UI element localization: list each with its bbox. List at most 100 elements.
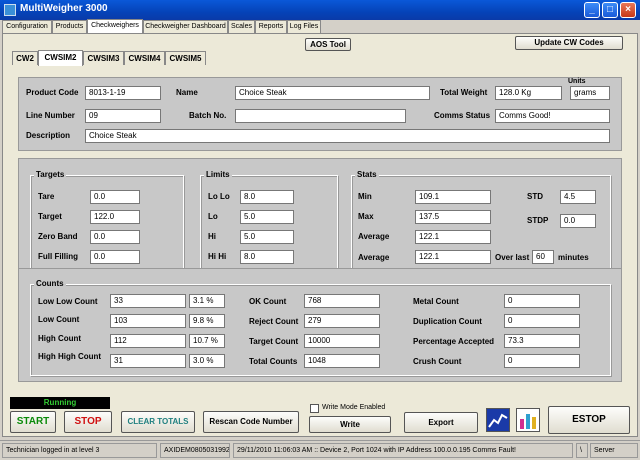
app-icon xyxy=(4,4,16,16)
stop-button[interactable]: STOP xyxy=(64,411,112,433)
target-count-field[interactable]: 10000 xyxy=(304,334,380,348)
targets-title: Targets xyxy=(34,170,67,179)
average2-field: 122.1 xyxy=(415,250,491,264)
max-field: 137.5 xyxy=(415,210,491,224)
tab-checkweigher-dashboard[interactable]: Checkweigher Dashboard xyxy=(143,20,228,33)
min-field: 109.1 xyxy=(415,190,491,204)
tab-checkweighers[interactable]: Checkweighers xyxy=(87,19,143,33)
tab-log-files[interactable]: Log Files xyxy=(287,20,321,33)
title-bar: MultiWeigher 3000 _ □ × xyxy=(0,0,640,20)
percentage-accepted-label: Percentage Accepted xyxy=(413,337,495,346)
stdp-label: STDP xyxy=(527,216,549,225)
maximize-button[interactable]: □ xyxy=(602,2,618,18)
tab-products[interactable]: Products xyxy=(52,20,87,33)
duplication-count-field: 0 xyxy=(504,314,580,328)
rescan-code-number-button[interactable]: Rescan Code Number xyxy=(203,411,299,433)
running-status: Running xyxy=(10,397,110,409)
units-label: Units xyxy=(568,78,586,85)
duplication-count-label: Duplication Count xyxy=(413,317,482,326)
stats-title: Stats xyxy=(355,170,379,179)
total-counts-label: Total Counts xyxy=(249,357,298,366)
clear-totals-button[interactable]: CLEAR TOTALS xyxy=(121,411,195,433)
low-count-field: 103 xyxy=(110,314,186,328)
low-low-count-label: Low Low Count xyxy=(38,297,98,306)
percentage-accepted-field: 73.3 xyxy=(504,334,580,348)
hihi-label: Hi Hi xyxy=(208,252,227,261)
zero-band-field[interactable]: 0.0 xyxy=(90,230,140,244)
reject-count-label: Reject Count xyxy=(249,317,299,326)
description-label: Description xyxy=(26,131,71,140)
line-number-field[interactable]: 09 xyxy=(85,109,161,123)
close-button[interactable]: × xyxy=(620,2,636,18)
tab-configuration[interactable]: Configuration xyxy=(2,20,52,33)
export-button[interactable]: Export xyxy=(404,412,478,433)
ok-count-label: OK Count xyxy=(249,297,287,306)
metal-count-label: Metal Count xyxy=(413,297,459,306)
lo-field[interactable]: 5.0 xyxy=(240,210,294,224)
minimize-button[interactable]: _ xyxy=(584,2,600,18)
hi-label: Hi xyxy=(208,232,216,241)
ok-count-field: 768 xyxy=(304,294,380,308)
subtab-cwsim5[interactable]: CWSIM5 xyxy=(165,51,206,65)
batch-no-label: Batch No. xyxy=(189,111,227,120)
description-field[interactable]: Choice Steak xyxy=(85,129,610,143)
hihi-field[interactable]: 8.0 xyxy=(240,250,294,264)
total-weight-field[interactable]: 128.0 Kg xyxy=(495,86,562,100)
over-last-label: Over last xyxy=(495,253,530,262)
status-bar: Technician logged in at level 3 AXIDEM08… xyxy=(0,440,640,460)
tab-scales[interactable]: Scales xyxy=(228,20,255,33)
minutes-label: minutes xyxy=(558,253,589,262)
window-title: MultiWeigher 3000 xyxy=(20,3,108,14)
low-pct-field: 9.8 % xyxy=(189,314,225,328)
over-last-field[interactable]: 60 xyxy=(532,250,554,264)
total-counts-field: 1048 xyxy=(304,354,380,368)
subtab-cw2[interactable]: CW2 xyxy=(12,51,38,65)
status-user: Technician logged in at level 3 xyxy=(2,443,157,458)
crush-count-label: Crush Count xyxy=(413,357,462,366)
average-label: Average xyxy=(358,232,390,241)
low-count-label: Low Count xyxy=(38,315,80,324)
stdp-field: 0.0 xyxy=(560,214,596,228)
max-label: Max xyxy=(358,212,374,221)
lo-label: Lo xyxy=(208,212,218,221)
write-button[interactable]: Write xyxy=(309,416,391,433)
units-field[interactable]: grams xyxy=(570,86,610,100)
batch-no-field[interactable] xyxy=(235,109,406,123)
name-field[interactable]: Choice Steak xyxy=(235,86,430,100)
low-low-count-field: 33 xyxy=(110,294,186,308)
subtab-cwsim3[interactable]: CWSIM3 xyxy=(83,51,124,65)
estop-button[interactable]: ESTOP xyxy=(548,406,630,434)
high-high-count-label: High High Count xyxy=(38,352,102,361)
target-count-label: Target Count xyxy=(249,337,299,346)
zero-band-label: Zero Band xyxy=(38,232,78,241)
start-button[interactable]: START xyxy=(10,411,56,433)
total-weight-label: Total Weight xyxy=(440,88,488,97)
write-mode-label: Write Mode Enabled xyxy=(322,404,386,411)
product-code-field[interactable]: 8013-1-19 xyxy=(85,86,161,100)
metal-count-field: 0 xyxy=(504,294,580,308)
status-mode: Server xyxy=(590,443,638,458)
bar-chart-icon[interactable] xyxy=(516,408,540,432)
subtab-cwsim2[interactable]: CWSIM2 xyxy=(38,50,83,66)
write-mode-checkbox[interactable] xyxy=(310,404,319,413)
line-number-label: Line Number xyxy=(26,111,75,120)
status-id: AXIDEM08050319921 xyxy=(160,443,230,458)
full-filling-field[interactable]: 0.0 xyxy=(90,250,140,264)
high-high-pct-field: 3.0 % xyxy=(189,354,225,368)
target-field[interactable]: 122.0 xyxy=(90,210,140,224)
subtab-cwsim4[interactable]: CWSIM4 xyxy=(124,51,165,65)
update-cw-codes-button[interactable]: Update CW Codes xyxy=(515,36,623,50)
high-count-field: 112 xyxy=(110,334,186,348)
hi-field[interactable]: 5.0 xyxy=(240,230,294,244)
std-field: 4.5 xyxy=(560,190,596,204)
chart-icon[interactable] xyxy=(486,408,510,432)
comms-status-field: Comms Good! xyxy=(495,109,610,123)
high-high-count-field: 31 xyxy=(110,354,186,368)
status-separator: \ xyxy=(576,443,588,458)
aos-tool-button[interactable]: AOS Tool xyxy=(305,38,351,51)
lolo-field[interactable]: 8.0 xyxy=(240,190,294,204)
tare-field[interactable]: 0.0 xyxy=(90,190,140,204)
comms-status-label: Comms Status xyxy=(434,111,491,120)
tab-reports[interactable]: Reports xyxy=(255,20,287,33)
reject-count-field: 279 xyxy=(304,314,380,328)
